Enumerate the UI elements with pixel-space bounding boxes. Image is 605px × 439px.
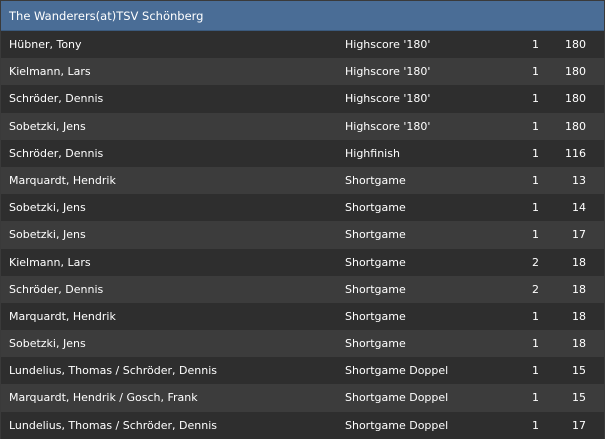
results-table: Hübner, Tony Highscore '180' 1 180 Kielmann,… — [1, 31, 604, 439]
player-name: Sobetzki, Jens — [9, 228, 86, 242]
score-value: 18 — [572, 309, 586, 323]
table-row: Schröder, Dennis Highscore '180' 1 180 — [1, 85, 604, 113]
category-label: Shortgame Doppel — [345, 391, 449, 405]
player-name: Schröder, Dennis — [9, 146, 104, 160]
player-name: Sobetzki, Jens — [9, 119, 86, 133]
count-value: 2 — [532, 255, 539, 269]
score-value: 180 — [565, 92, 586, 106]
count-value: 1 — [532, 228, 539, 242]
table-row: Sobetzki, Jens Shortgame 1 18 — [1, 330, 604, 358]
table-row: Lundelius, Thomas / Schröder, Dennis Shor… — [1, 411, 604, 439]
player-name: Kielmann, Lars — [9, 255, 91, 269]
score-value: 18 — [572, 255, 586, 269]
score-value: 15 — [572, 391, 586, 405]
category-label: Shortgame — [345, 255, 406, 269]
score-value: 17 — [572, 228, 586, 242]
player-name: Lundelius, Thomas / Schröder, Dennis — [9, 418, 217, 432]
count-value: 2 — [532, 282, 539, 296]
count-value: 1 — [532, 337, 539, 351]
count-value: 1 — [532, 391, 539, 405]
count-value: 1 — [532, 65, 539, 79]
count-value: 1 — [532, 38, 539, 51]
player-name: Marquardt, Hendrik — [9, 173, 116, 187]
score-value: 18 — [572, 337, 586, 351]
table-row: Schröder, Dennis Highfinish 1 116 — [1, 139, 604, 167]
player-name: Schröder, Dennis — [9, 92, 104, 106]
count-value: 1 — [532, 309, 539, 323]
score-value: 14 — [572, 201, 586, 215]
table-row: Kielmann, Lars Shortgame 2 18 — [1, 248, 604, 276]
count-value: 1 — [532, 146, 539, 160]
player-name: Schröder, Dennis — [9, 282, 104, 296]
score-value: 180 — [565, 38, 586, 51]
score-value: 180 — [565, 65, 586, 79]
category-label: Shortgame — [345, 201, 406, 215]
table-row: Marquardt, Hendrik / Gosch, Frank Shortga… — [1, 384, 604, 412]
category-label: Shortgame Doppel — [345, 364, 449, 378]
table-row: Lundelius, Thomas / Schröder, Dennis Shor… — [1, 357, 604, 385]
player-name: Marquardt, Hendrik / Gosch, Frank — [9, 391, 198, 405]
score-value: 18 — [572, 282, 586, 296]
count-value: 1 — [532, 364, 539, 378]
category-label: Highscore '180' — [345, 65, 431, 79]
table-row: Sobetzki, Jens Shortgame 1 17 — [1, 221, 604, 249]
player-name: Sobetzki, Jens — [9, 201, 86, 215]
player-name: Lundelius, Thomas / Schröder, Dennis — [9, 364, 217, 378]
category-label: Shortgame — [345, 337, 406, 351]
category-label: Highfinish — [345, 146, 400, 160]
score-value: 15 — [572, 364, 586, 378]
category-label: Highscore '180' — [345, 38, 431, 51]
table-row: Marquardt, Hendrik Shortgame 1 13 — [1, 166, 604, 195]
score-value: 13 — [572, 173, 586, 187]
player-name: Sobetzki, Jens — [9, 337, 86, 351]
category-label: Shortgame — [345, 282, 406, 296]
table-row: Sobetzki, Jens Shortgame 1 14 — [1, 194, 604, 222]
results-panel: The Wanderers(at)TSV Schönberg Hübner, T… — [0, 0, 605, 439]
category-label: Shortgame — [345, 228, 406, 242]
table-row: Marquardt, Hendrik Shortgame 1 18 — [1, 302, 604, 331]
score-value: 180 — [565, 119, 586, 133]
score-value: 17 — [572, 418, 586, 432]
table-row: Hübner, Tony Highscore '180' 1 180 — [1, 31, 604, 59]
player-name: Marquardt, Hendrik — [9, 309, 116, 323]
category-label: Shortgame — [345, 309, 406, 323]
category-label: Shortgame Doppel — [345, 418, 449, 432]
table-row: Kielmann, Lars Highscore '180' 1 180 — [1, 58, 604, 86]
count-value: 1 — [532, 173, 539, 187]
score-value: 116 — [565, 146, 586, 160]
category-label: Shortgame — [345, 173, 406, 187]
table-title: The Wanderers(at)TSV Schönberg — [1, 1, 604, 31]
category-label: Highscore '180' — [345, 119, 431, 133]
table-row: Schröder, Dennis Shortgame 2 18 — [1, 275, 604, 303]
category-label: Highscore '180' — [345, 92, 431, 106]
count-value: 1 — [532, 119, 539, 133]
player-name: Hübner, Tony — [9, 38, 82, 51]
count-value: 1 — [532, 418, 539, 432]
count-value: 1 — [532, 201, 539, 215]
count-value: 1 — [532, 92, 539, 106]
table-row: Sobetzki, Jens Highscore '180' 1 180 — [1, 112, 604, 140]
player-name: Kielmann, Lars — [9, 65, 91, 79]
